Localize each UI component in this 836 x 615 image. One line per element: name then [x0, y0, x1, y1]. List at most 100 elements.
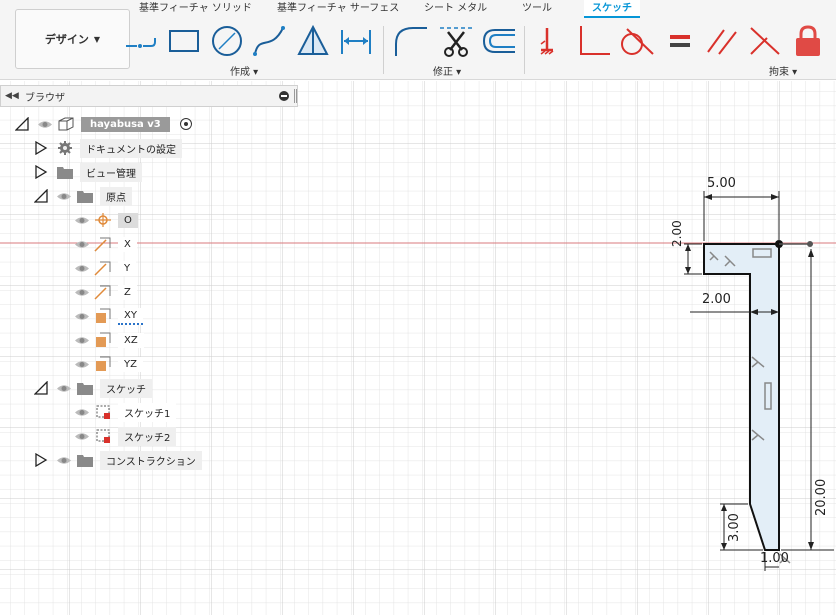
browser-root-node[interactable]: hayabusa v3: [15, 114, 192, 134]
sketch-icon: [96, 405, 110, 419]
browser-item-named-views[interactable]: ビュー管理: [34, 162, 142, 182]
browser-item-label: XY: [118, 307, 143, 325]
axis-icon: [94, 261, 111, 276]
browser-item-label: O: [118, 212, 138, 228]
browser-item-construction[interactable]: コンストラクション: [34, 450, 202, 470]
dimension-left-height[interactable]: 2.00: [670, 219, 684, 247]
browser-item-origin[interactable]: 原点: [34, 186, 132, 206]
dimension-bevel-height-label: 3.00: [727, 513, 742, 542]
tab-sheet-metal[interactable]: シート メタル: [424, 0, 487, 18]
browser-title: ブラウザ: [25, 92, 65, 104]
parallel-icon: [707, 29, 737, 55]
eye-icon[interactable]: [56, 383, 72, 394]
browser-item-origin-point[interactable]: O: [74, 210, 138, 230]
eye-icon[interactable]: [74, 311, 90, 322]
component-icon: [58, 117, 74, 131]
tangent-tool-button[interactable]: [619, 24, 655, 58]
eye-icon[interactable]: [37, 119, 53, 130]
expanded-triangle-icon[interactable]: [34, 381, 48, 395]
offset-icon: [482, 29, 515, 53]
expanded-triangle-icon[interactable]: [15, 117, 29, 131]
browser-item-label: Y: [118, 260, 137, 276]
folder-icon: [77, 383, 93, 395]
fix-tool-button[interactable]: [533, 24, 569, 58]
constraints-menu[interactable]: 拘束 ▾: [769, 63, 797, 78]
browser-item-label: Z: [118, 284, 137, 300]
tab-sketch[interactable]: スケッチ: [584, 0, 640, 18]
browser-item-document-settings[interactable]: ドキュメントの設定: [34, 138, 182, 158]
browser-item-label: ドキュメントの設定: [80, 138, 182, 158]
lock-tool-button[interactable]: [790, 24, 826, 58]
browser-item-label: XZ: [118, 332, 144, 348]
circle-icon: [212, 26, 242, 56]
activate-radio-icon[interactable]: [179, 118, 192, 130]
tab-surface[interactable]: 基準フィーチャ サーフェス: [277, 0, 399, 18]
tab-tools[interactable]: ツール: [522, 0, 552, 18]
coincident-icon: [750, 27, 780, 55]
eye-icon[interactable]: [74, 239, 90, 250]
browser-item-sketch1[interactable]: スケッチ1: [74, 402, 177, 422]
plane-icon: [96, 332, 111, 347]
trim-icon: [440, 27, 472, 57]
browser-item-sketches[interactable]: スケッチ: [34, 378, 152, 398]
dimension-tool-button[interactable]: [338, 24, 374, 58]
gear-icon: [58, 141, 72, 155]
create-menu[interactable]: 作成 ▾: [230, 63, 258, 78]
line-tool-button[interactable]: [123, 24, 159, 58]
folder-icon: [77, 191, 93, 203]
modify-menu[interactable]: 修正 ▾: [433, 63, 461, 78]
circle-tool-button[interactable]: [209, 24, 245, 58]
equal-tool-button[interactable]: [662, 24, 698, 58]
perpendicular-tool-button[interactable]: [576, 24, 612, 58]
eye-icon[interactable]: [74, 335, 90, 346]
plane-icon: [96, 308, 111, 323]
eye-icon[interactable]: [74, 263, 90, 274]
browser-item-xy-plane[interactable]: XY: [74, 306, 143, 326]
browser-item-x-axis[interactable]: X: [74, 234, 137, 254]
toolbar: デザイン ▼ 基準フィーチャ ソリッド 基準フィーチャ サーフェス シート メタ…: [0, 0, 836, 80]
expanded-triangle-icon[interactable]: [34, 189, 48, 203]
triangle-tool-button[interactable]: [295, 24, 331, 58]
eye-icon[interactable]: [74, 359, 90, 370]
tab-solid[interactable]: 基準フィーチャ ソリッド: [139, 0, 252, 18]
minimize-panel-icon[interactable]: [279, 91, 289, 101]
eye-icon[interactable]: [56, 191, 72, 202]
fillet-tool-button[interactable]: [393, 24, 429, 58]
sketch-icon: [96, 429, 110, 443]
lock-icon: [796, 25, 820, 56]
spline-tool-button[interactable]: [251, 24, 287, 58]
dimension-bottom-width[interactable]: 1.00: [760, 551, 789, 566]
design-workspace-button[interactable]: デザイン ▼: [15, 9, 130, 69]
collapsed-triangle-icon[interactable]: [34, 141, 48, 155]
browser-item-z-axis[interactable]: Z: [74, 282, 137, 302]
eye-icon[interactable]: [74, 431, 90, 442]
dimension-top-width[interactable]: 5.00: [707, 176, 736, 191]
rectangle-tool-button[interactable]: [166, 24, 202, 58]
collapse-panel-icon[interactable]: ◀◀: [5, 91, 21, 101]
toolbar-divider: [383, 26, 384, 74]
browser-item-sketch2[interactable]: スケッチ2: [74, 426, 177, 446]
fix-icon: [540, 28, 554, 55]
line-icon: [126, 38, 156, 48]
eye-icon[interactable]: [74, 407, 90, 418]
trim-tool-button[interactable]: [438, 24, 474, 58]
coincident-tool-button[interactable]: [747, 24, 783, 58]
dimension-total-height[interactable]: 20.00: [814, 479, 829, 516]
dimension-bevel-height[interactable]: 3.00: [727, 513, 742, 542]
browser-item-yz-plane[interactable]: YZ: [74, 354, 143, 374]
dimension-total-height-label: 20.00: [814, 478, 829, 516]
parallel-tool-button[interactable]: [704, 24, 740, 58]
offset-tool-button[interactable]: [481, 24, 517, 58]
eye-icon[interactable]: [74, 287, 90, 298]
dimension-inner-width[interactable]: 2.00: [702, 292, 731, 307]
collapsed-triangle-icon[interactable]: [34, 165, 48, 179]
collapsed-triangle-icon[interactable]: [34, 453, 48, 467]
browser-item-label: ビュー管理: [80, 162, 142, 182]
browser-item-y-axis[interactable]: Y: [74, 258, 137, 278]
eye-icon[interactable]: [74, 215, 90, 226]
eye-icon[interactable]: [56, 455, 72, 466]
panel-resize-handle[interactable]: [294, 89, 297, 103]
browser-item-label: スケッチ: [100, 378, 152, 398]
root-component-label: hayabusa v3: [81, 116, 170, 132]
browser-item-xz-plane[interactable]: XZ: [74, 330, 144, 350]
